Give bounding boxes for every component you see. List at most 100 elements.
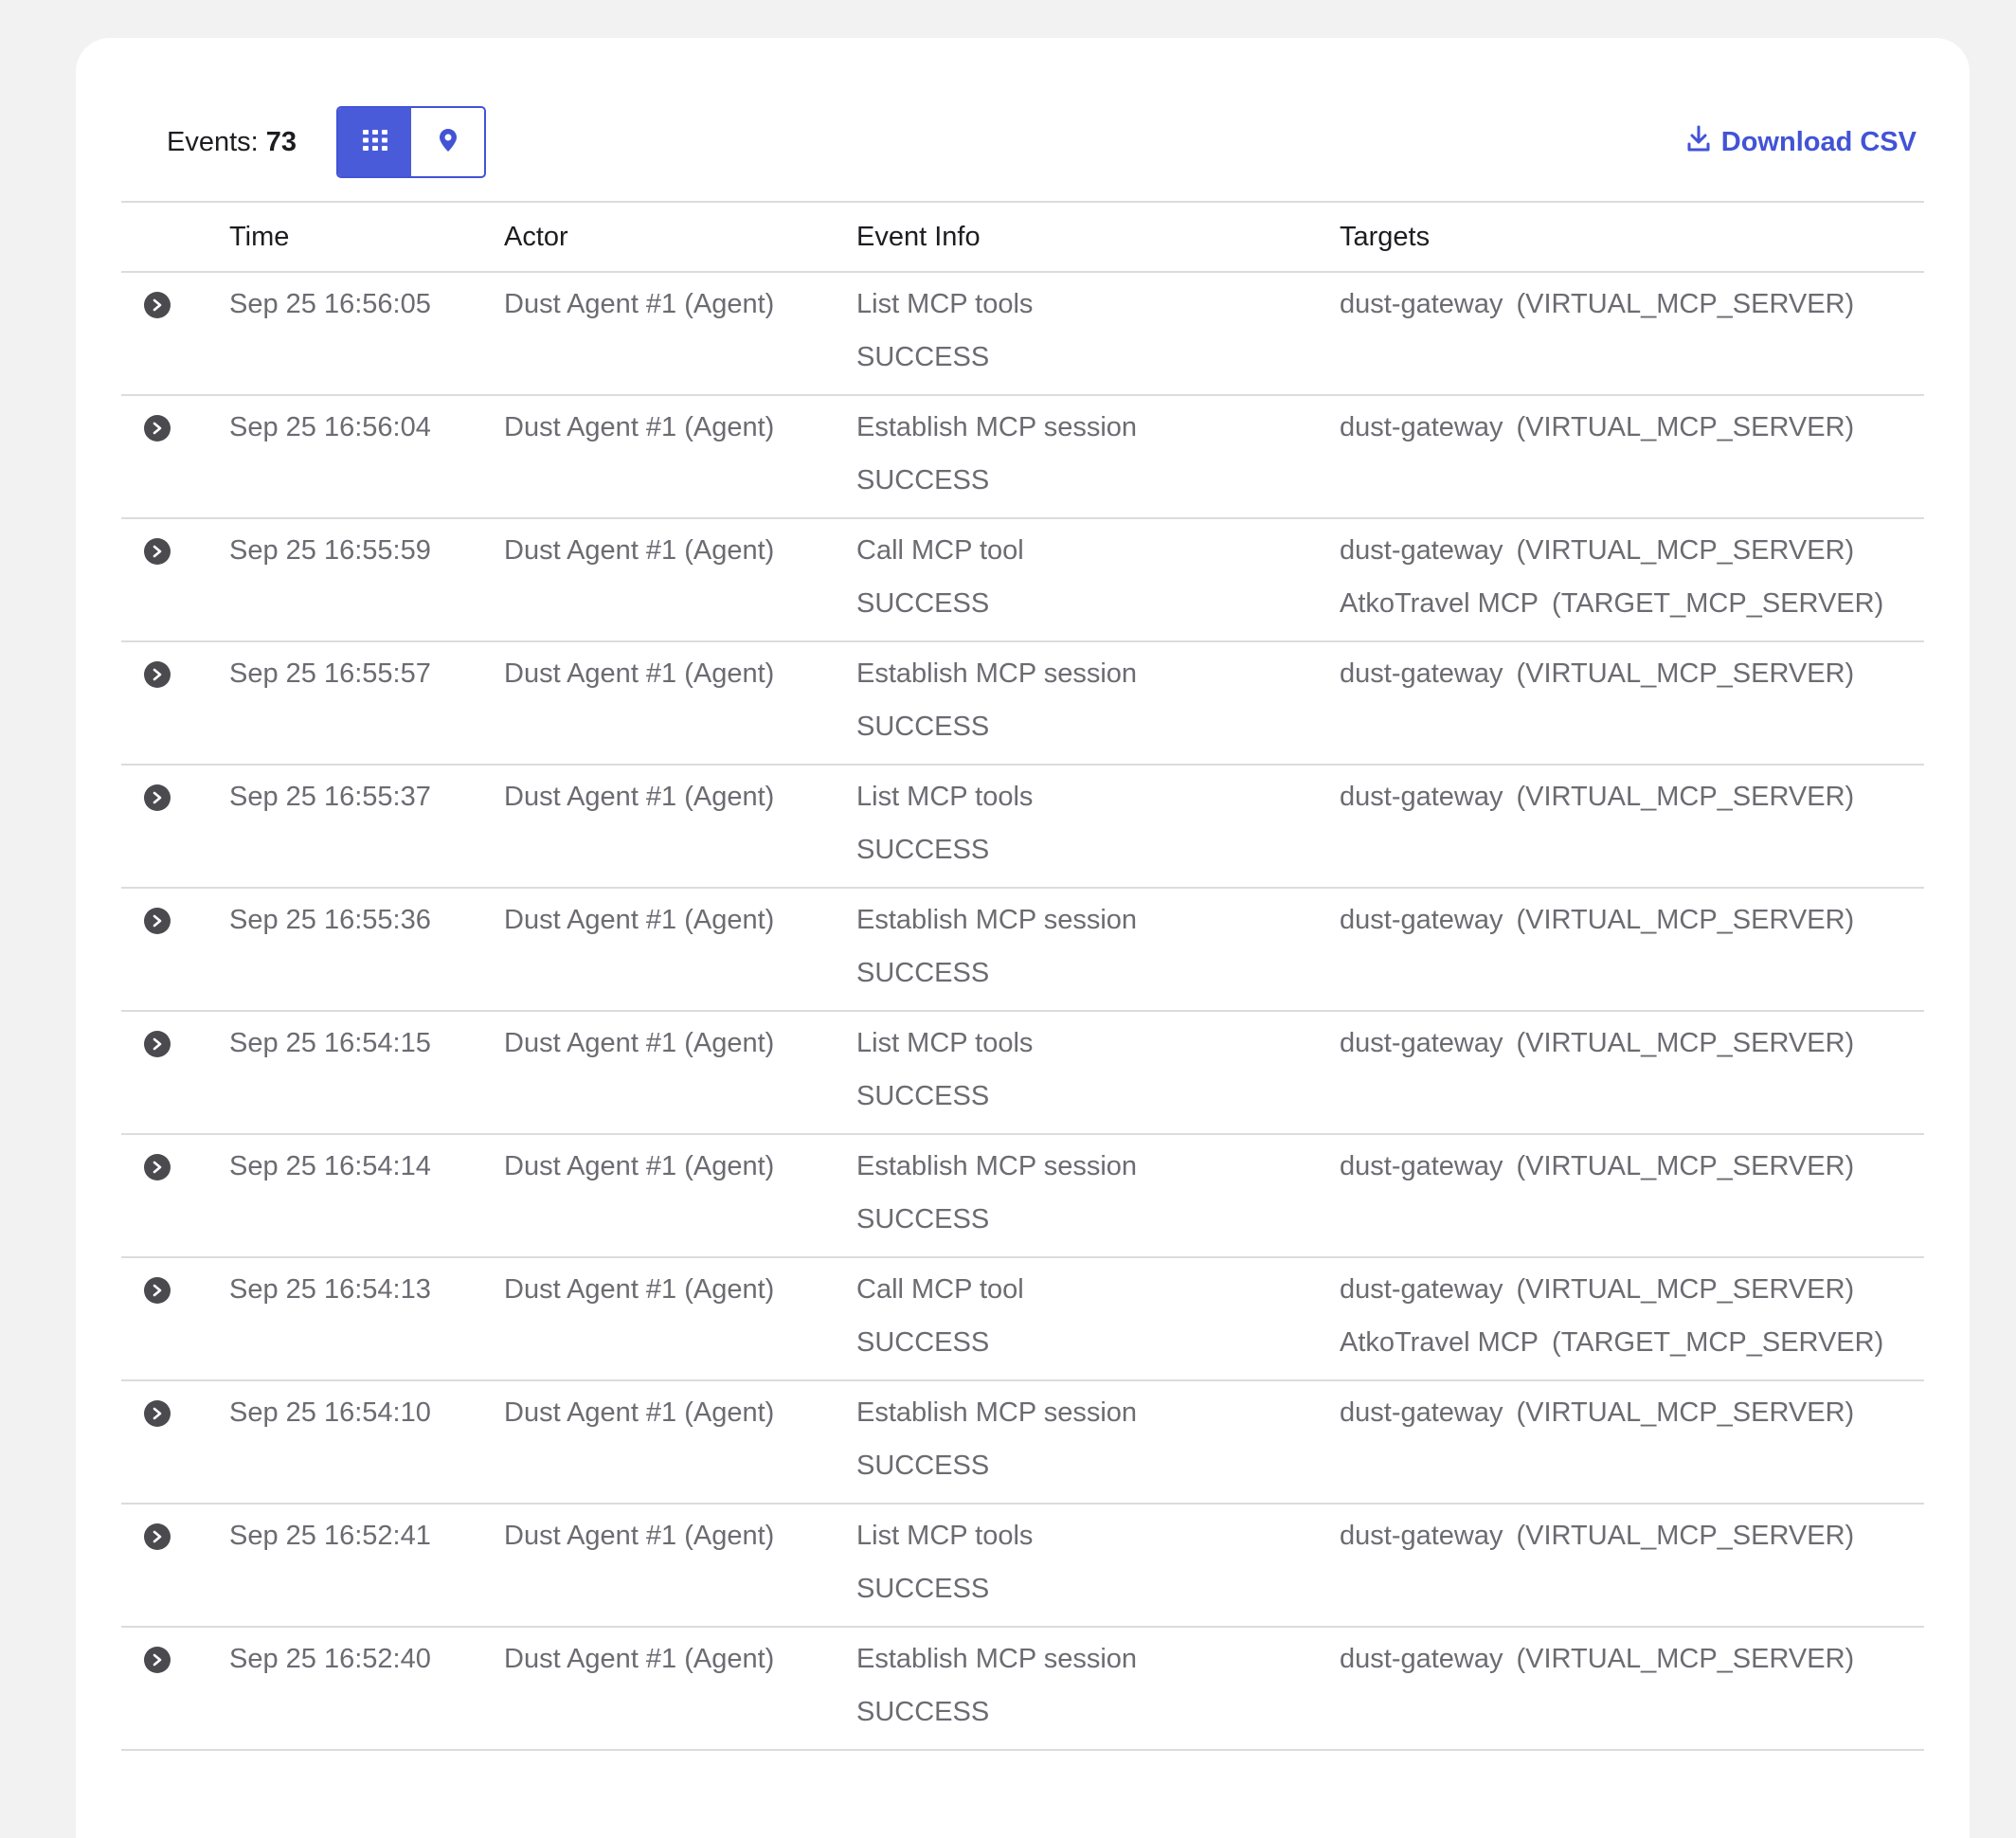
event-actor: Dust Agent #1 (Agent) bbox=[504, 1151, 775, 1181]
expand-row-icon[interactable] bbox=[144, 1647, 171, 1673]
event-time: Sep 25 16:56:05 bbox=[229, 289, 431, 319]
expand-row-icon[interactable] bbox=[144, 1523, 171, 1550]
event-info-cell: Establish MCP session SUCCESS bbox=[856, 1380, 1340, 1505]
target-entry: dust-gateway (VIRTUAL_MCP_SERVER) bbox=[1340, 1509, 1924, 1562]
events-count-label: Events: bbox=[167, 126, 259, 157]
event-type: Establish MCP session bbox=[856, 658, 1138, 689]
column-header-time: Time bbox=[229, 201, 504, 273]
targets-cell: dust-gateway (VIRTUAL_MCP_SERVER) bbox=[1340, 1011, 1924, 1135]
event-info-cell: Establish MCP session SUCCESS bbox=[856, 1627, 1340, 1751]
expand-cell bbox=[121, 395, 229, 519]
expand-row-icon[interactable] bbox=[144, 1277, 171, 1304]
event-status: SUCCESS bbox=[856, 465, 990, 496]
event-status: SUCCESS bbox=[856, 342, 990, 372]
event-info-cell: Establish MCP session SUCCESS bbox=[856, 395, 1340, 519]
time-cell: Sep 25 16:56:04 bbox=[229, 395, 504, 519]
target-type: (VIRTUAL_MCP_SERVER) bbox=[1516, 1274, 1855, 1305]
map-view-button[interactable] bbox=[411, 108, 484, 176]
event-time: Sep 25 16:55:36 bbox=[229, 905, 431, 935]
actor-cell: Dust Agent #1 (Agent) bbox=[504, 1380, 856, 1505]
target-entry: dust-gateway (VIRTUAL_MCP_SERVER) bbox=[1340, 1632, 1924, 1685]
event-actor: Dust Agent #1 (Agent) bbox=[504, 412, 775, 442]
target-name: dust-gateway bbox=[1340, 658, 1503, 689]
event-type: List MCP tools bbox=[856, 289, 1034, 319]
events-toolbar: Events: 73 Download CSV bbox=[121, 106, 1924, 178]
table-row[interactable]: Sep 25 16:55:36 Dust Agent #1 (Agent) Esta… bbox=[121, 888, 1924, 1012]
targets-cell: dust-gateway (VIRTUAL_MCP_SERVER) bbox=[1340, 765, 1924, 889]
expand-cell bbox=[121, 1257, 229, 1381]
target-name: AtkoTravel MCP bbox=[1340, 1327, 1539, 1358]
target-type: (VIRTUAL_MCP_SERVER) bbox=[1516, 289, 1855, 319]
event-time: Sep 25 16:52:40 bbox=[229, 1644, 431, 1674]
time-cell: Sep 25 16:55:59 bbox=[229, 518, 504, 642]
target-name: dust-gateway bbox=[1340, 1397, 1503, 1428]
time-cell: Sep 25 16:56:05 bbox=[229, 272, 504, 396]
events-table: Time Actor Event Info Targets Sep 25 16:… bbox=[121, 201, 1924, 1751]
event-info-cell: List MCP tools SUCCESS bbox=[856, 765, 1340, 889]
targets-cell: dust-gateway (VIRTUAL_MCP_SERVER) bbox=[1340, 641, 1924, 766]
expand-row-icon[interactable] bbox=[144, 1031, 171, 1057]
expand-cell bbox=[121, 1011, 229, 1135]
event-info-cell: Call MCP tool SUCCESS bbox=[856, 518, 1340, 642]
event-time: Sep 25 16:56:04 bbox=[229, 412, 431, 442]
targets-cell: dust-gateway (VIRTUAL_MCP_SERVER) AtkoTrav… bbox=[1340, 1257, 1924, 1381]
event-type: List MCP tools bbox=[856, 782, 1034, 812]
table-row[interactable]: Sep 25 16:54:13 Dust Agent #1 (Agent) Call… bbox=[121, 1257, 1924, 1381]
table-row[interactable]: Sep 25 16:52:40 Dust Agent #1 (Agent) Esta… bbox=[121, 1627, 1924, 1751]
expand-cell bbox=[121, 888, 229, 1012]
event-actor: Dust Agent #1 (Agent) bbox=[504, 289, 775, 319]
download-csv-button[interactable]: Download CSV bbox=[1687, 106, 1917, 178]
event-type: Establish MCP session bbox=[856, 412, 1138, 442]
event-time: Sep 25 16:54:14 bbox=[229, 1151, 431, 1181]
expand-row-icon[interactable] bbox=[144, 908, 171, 934]
table-row[interactable]: Sep 25 16:54:10 Dust Agent #1 (Agent) Esta… bbox=[121, 1380, 1924, 1505]
event-status: SUCCESS bbox=[856, 1451, 990, 1481]
expand-row-icon[interactable] bbox=[144, 1154, 171, 1180]
expand-row-icon[interactable] bbox=[144, 784, 171, 811]
expand-row-icon[interactable] bbox=[144, 1400, 171, 1427]
target-entry: dust-gateway (VIRTUAL_MCP_SERVER) bbox=[1340, 1263, 1924, 1316]
target-entry: dust-gateway (VIRTUAL_MCP_SERVER) bbox=[1340, 770, 1924, 823]
event-actor: Dust Agent #1 (Agent) bbox=[504, 1521, 775, 1551]
event-actor: Dust Agent #1 (Agent) bbox=[504, 535, 775, 566]
targets-cell: dust-gateway (VIRTUAL_MCP_SERVER) bbox=[1340, 1134, 1924, 1258]
target-name: dust-gateway bbox=[1340, 1521, 1503, 1551]
event-status: SUCCESS bbox=[856, 1697, 990, 1727]
table-row[interactable]: Sep 25 16:55:37 Dust Agent #1 (Agent) List… bbox=[121, 765, 1924, 889]
expand-row-icon[interactable] bbox=[144, 415, 171, 441]
table-row[interactable]: Sep 25 16:55:59 Dust Agent #1 (Agent) Call… bbox=[121, 518, 1924, 642]
target-entry: dust-gateway (VIRTUAL_MCP_SERVER) bbox=[1340, 401, 1924, 454]
targets-cell: dust-gateway (VIRTUAL_MCP_SERVER) bbox=[1340, 272, 1924, 396]
target-type: (VIRTUAL_MCP_SERVER) bbox=[1516, 1397, 1855, 1428]
event-actor: Dust Agent #1 (Agent) bbox=[504, 905, 775, 935]
table-row[interactable]: Sep 25 16:55:57 Dust Agent #1 (Agent) Esta… bbox=[121, 641, 1924, 766]
actor-cell: Dust Agent #1 (Agent) bbox=[504, 272, 856, 396]
expand-row-icon[interactable] bbox=[144, 538, 171, 565]
download-icon bbox=[1687, 125, 1710, 159]
event-time: Sep 25 16:55:37 bbox=[229, 782, 431, 812]
expand-cell bbox=[121, 765, 229, 889]
table-row[interactable]: Sep 25 16:56:04 Dust Agent #1 (Agent) Esta… bbox=[121, 395, 1924, 519]
target-name: dust-gateway bbox=[1340, 905, 1503, 935]
event-time: Sep 25 16:54:15 bbox=[229, 1028, 431, 1058]
table-row[interactable]: Sep 25 16:52:41 Dust Agent #1 (Agent) List… bbox=[121, 1504, 1924, 1628]
target-type: (VIRTUAL_MCP_SERVER) bbox=[1516, 412, 1855, 442]
table-row[interactable]: Sep 25 16:54:14 Dust Agent #1 (Agent) Esta… bbox=[121, 1134, 1924, 1258]
event-info-cell: Establish MCP session SUCCESS bbox=[856, 641, 1340, 766]
targets-cell: dust-gateway (VIRTUAL_MCP_SERVER) bbox=[1340, 1627, 1924, 1751]
targets-cell: dust-gateway (VIRTUAL_MCP_SERVER) AtkoTrav… bbox=[1340, 518, 1924, 642]
event-type: Establish MCP session bbox=[856, 1151, 1138, 1181]
expand-cell bbox=[121, 1504, 229, 1628]
expand-row-icon[interactable] bbox=[144, 661, 171, 688]
actor-cell: Dust Agent #1 (Agent) bbox=[504, 1504, 856, 1628]
grid-view-button[interactable] bbox=[338, 108, 411, 176]
table-row[interactable]: Sep 25 16:54:15 Dust Agent #1 (Agent) List… bbox=[121, 1011, 1924, 1135]
target-entry: dust-gateway (VIRTUAL_MCP_SERVER) bbox=[1340, 524, 1924, 577]
event-info-cell: List MCP tools SUCCESS bbox=[856, 1504, 1340, 1628]
time-cell: Sep 25 16:55:36 bbox=[229, 888, 504, 1012]
event-status: SUCCESS bbox=[856, 1204, 990, 1234]
table-header-row: Time Actor Event Info Targets bbox=[121, 201, 1924, 273]
target-type: (VIRTUAL_MCP_SERVER) bbox=[1516, 1521, 1855, 1551]
expand-row-icon[interactable] bbox=[144, 292, 171, 318]
table-row[interactable]: Sep 25 16:56:05 Dust Agent #1 (Agent) List… bbox=[121, 272, 1924, 396]
